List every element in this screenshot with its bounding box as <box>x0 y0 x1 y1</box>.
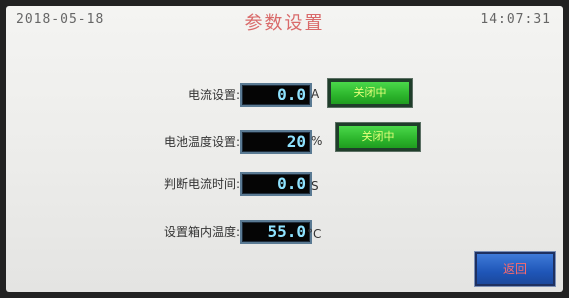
current-setting-value[interactable]: 0.0 <box>240 83 312 107</box>
judge-current-time-value[interactable]: 0.0 <box>240 172 312 196</box>
box-temp-setting-unit: °C <box>307 227 322 241</box>
box-temp-setting-value[interactable]: 55.0 <box>240 220 312 244</box>
back-button[interactable]: 返回 <box>474 251 556 287</box>
hmi-screen: 2018-05-18 参数设置 14:07:31 电流设置: 0.0 A 关闭中… <box>6 6 563 292</box>
battery-temp-toggle-button[interactable]: 关闭中 <box>335 122 421 152</box>
box-temp-setting-label: 设置箱内温度: <box>163 225 240 239</box>
battery-temp-setting-label: 电池温度设置: <box>163 135 240 149</box>
time-display: 14:07:31 <box>480 12 551 27</box>
current-toggle-button[interactable]: 关闭中 <box>327 78 413 108</box>
judge-current-time-label: 判断电流时间: <box>163 177 240 191</box>
hmi-bezel: 2018-05-18 参数设置 14:07:31 电流设置: 0.0 A 关闭中… <box>0 0 569 298</box>
judge-current-time-unit: S <box>311 179 319 193</box>
current-setting-unit: A <box>311 87 320 101</box>
battery-temp-setting-value[interactable]: 20 <box>240 130 312 154</box>
current-setting-label: 电流设置: <box>187 88 240 102</box>
battery-temp-setting-unit: % <box>311 134 323 148</box>
